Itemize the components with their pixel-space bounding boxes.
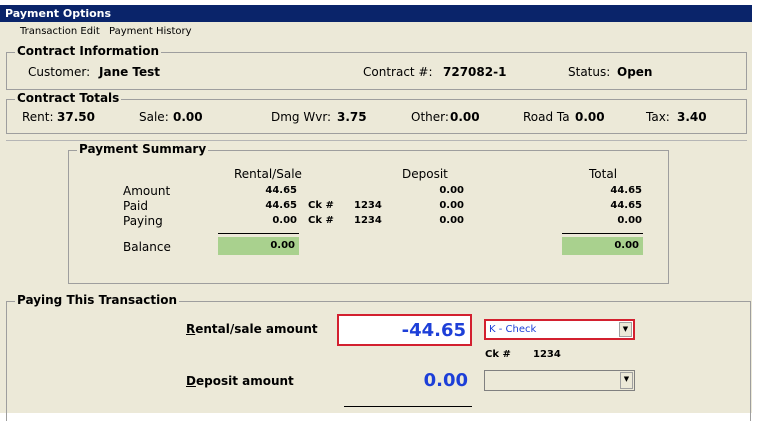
paying-transaction-group: Paying This Transaction Rental/sale amou… — [6, 293, 751, 421]
chevron-down-icon: ▼ — [622, 325, 629, 333]
paying-transaction-title: Paying This Transaction — [15, 293, 180, 307]
contract-number-value: 727082-1 — [443, 65, 507, 79]
window-title: Payment Options — [5, 7, 112, 20]
amount-deposit-value: 0.00 — [439, 185, 464, 196]
deposit-type-dropdown-button[interactable]: ▼ — [620, 372, 633, 389]
other-value: 0.00 — [450, 110, 480, 124]
payment-summary-title: Payment Summary — [77, 142, 209, 156]
row-label-balance: Balance — [123, 240, 171, 254]
payment-type-select[interactable]: K - Check ▼ — [484, 319, 635, 340]
separator — [6, 140, 747, 141]
payment-type-dropdown-button[interactable]: ▼ — [619, 322, 632, 337]
paid-check-label: Ck # — [308, 200, 334, 211]
customer-value: Jane Test — [99, 65, 161, 79]
payment-summary-group: Payment Summary Rental/Sale Deposit Tota… — [68, 142, 669, 284]
other-label: Other: — [411, 110, 449, 124]
row-label-amount: Amount — [123, 184, 171, 198]
balance-rental-underline — [218, 233, 299, 234]
contract-totals-title: Contract Totals — [15, 91, 122, 105]
deposit-label-rest: eposit amount — [195, 374, 294, 388]
balance-total-value: 0.00 — [614, 240, 639, 251]
tax-label: Tax: — [646, 110, 670, 124]
contract-information-group: Contract Information Customer: Jane Test… — [6, 44, 747, 90]
deposit-accelerator: D — [186, 374, 196, 388]
paid-total-value: 44.65 — [610, 200, 642, 211]
deposit-amount-value: 0.00 — [423, 370, 468, 391]
amount-rental-value: 44.65 — [265, 185, 297, 196]
contract-totals-group: Contract Totals Rent: 37.50 Sale: 0.00 D… — [6, 91, 747, 134]
rental-sale-amount-input[interactable]: -44.65 — [337, 314, 472, 346]
paid-deposit-value: 0.00 — [439, 200, 464, 211]
menu-payment-history[interactable]: Payment History — [109, 26, 192, 37]
window-title-bar[interactable]: Payment Options — [0, 5, 752, 22]
paying-deposit-value: 0.00 — [439, 215, 464, 226]
paying-total-value: 0.00 — [617, 215, 642, 226]
damage-waiver-label: Dmg Wvr: — [271, 110, 332, 124]
rental-sale-accelerator: R — [186, 322, 196, 336]
rent-value: 37.50 — [57, 110, 95, 124]
check-number-value: 1234 — [533, 349, 561, 360]
tax-value: 3.40 — [677, 110, 707, 124]
paying-check-number: 1234 — [354, 215, 382, 226]
check-number-label: Ck # — [485, 349, 511, 360]
paying-check-label: Ck # — [308, 215, 334, 226]
rental-sale-amount-label: Rental/sale amount — [186, 322, 318, 336]
contract-number-label: Contract #: — [363, 65, 433, 79]
customer-label: Customer: — [28, 65, 91, 79]
paying-rental-value: 0.00 — [272, 215, 297, 226]
rental-sale-amount-value: -44.65 — [401, 320, 466, 341]
header-rental-sale: Rental/Sale — [234, 167, 302, 181]
balance-rental-value: 0.00 — [270, 240, 295, 251]
status-label: Status: — [568, 65, 611, 79]
chevron-down-icon: ▼ — [623, 375, 630, 383]
menu-transaction-edit[interactable]: Transaction Edit — [20, 26, 100, 37]
sale-value: 0.00 — [173, 110, 203, 124]
road-tax-label: Road Ta — [523, 110, 570, 124]
row-label-paying: Paying — [123, 214, 163, 228]
deposit-type-select[interactable]: ▼ — [484, 370, 635, 391]
payment-type-value: K - Check — [489, 324, 537, 335]
rent-label: Rent: — [22, 110, 54, 124]
header-deposit: Deposit — [402, 167, 448, 181]
menu-bar: Transaction Edit Payment History — [0, 22, 752, 44]
deposit-amount-input[interactable]: 0.00 — [337, 366, 472, 396]
status-value: Open — [617, 65, 653, 79]
damage-waiver-value: 3.75 — [337, 110, 367, 124]
deposit-underline — [344, 406, 472, 407]
amount-total-value: 44.65 — [610, 185, 642, 196]
contract-information-title: Contract Information — [15, 44, 162, 58]
rental-sale-label-rest: ental/sale amount — [195, 322, 318, 336]
balance-total-underline — [562, 233, 643, 234]
header-total: Total — [589, 167, 618, 181]
balance-rental-cell: 0.00 — [218, 237, 299, 255]
road-tax-value: 0.00 — [575, 110, 605, 124]
paid-check-number: 1234 — [354, 200, 382, 211]
balance-total-cell: 0.00 — [562, 237, 643, 255]
row-label-paid: Paid — [123, 199, 149, 213]
paid-rental-value: 44.65 — [265, 200, 297, 211]
main-panel: Contract Information Customer: Jane Test… — [0, 44, 752, 421]
deposit-amount-label: Deposit amount — [186, 374, 294, 388]
sale-label: Sale: — [139, 110, 169, 124]
